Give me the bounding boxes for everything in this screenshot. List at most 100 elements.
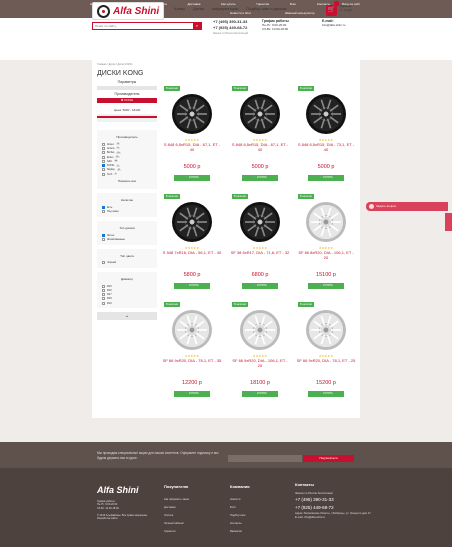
site-logo[interactable]: Alfa Shini [92,2,164,20]
checkbox[interactable] [102,168,105,172]
ask-question-button[interactable]: Задать вопрос [366,202,448,211]
footer-link[interactable]: Подбор шин [230,512,250,520]
footer-link[interactable]: Личный кабинет [164,520,189,528]
checkbox[interactable] [102,297,105,301]
newsletter-email-input[interactable] [228,455,302,462]
footer-email[interactable]: E-mail: info@alfa-shini.ru [295,516,371,520]
checkbox[interactable] [102,293,105,297]
diameter-option[interactable]: R19 [97,301,157,305]
product-card[interactable]: В наличии ★★★★★ S 848 6,5xR15, DIA - 73,… [296,84,356,189]
wheel-image[interactable] [306,310,346,350]
checkbox[interactable] [102,210,105,214]
stock-option[interactable]: Под заказ [97,210,157,214]
type-option[interactable]: Штампованные [97,237,157,241]
footer-link[interactable]: Вакансии [230,528,250,536]
top-nav-item[interactable]: Блог [290,2,296,6]
footer-phone[interactable]: +7 (925) 449-68-72 [295,504,371,512]
product-card[interactable]: В наличии ★★★★★ S 848 6,5xR15, DIA - 67,… [230,84,290,189]
footer-link[interactable]: Оплата [164,512,189,520]
buy-button[interactable]: КУПИТЬ [242,175,278,181]
product-card[interactable]: В наличии ★★★★★ SF 66 9xR20, DIA - 106,1… [230,300,290,405]
footer-link[interactable]: Блог [230,504,250,512]
wheel-image[interactable] [306,202,346,242]
product-name[interactable]: SF 66 9xR20, DIA - 106,1, ET - 25 [230,358,290,368]
checkbox[interactable] [102,206,105,210]
checkbox[interactable] [102,159,105,163]
product-card[interactable]: В наличии ★★★★★ SF 66 9xR20, DIA - 78,1,… [162,300,222,405]
product-card[interactable]: В наличии ★★★★★ SF 66 8xR20, DIA - 106,1… [296,192,356,297]
wheel-image[interactable] [240,310,280,350]
checkbox[interactable] [102,164,105,168]
checkbox[interactable] [102,151,105,155]
footer-logo[interactable]: Alfa Shini [97,485,139,495]
category-selection[interactable]: Подбор шин и дисков [246,6,286,11]
subscribe-button[interactable]: Подписаться [303,455,354,462]
checkbox[interactable] [102,233,105,237]
developer-link[interactable]: Разработка сайта [97,517,148,520]
product-card[interactable]: В наличии ★★★★★ S 848 6,5xR15, DIA - 67,… [162,84,222,189]
cart-icon[interactable]: 🛒 [326,5,337,16]
selected-brand-chip[interactable]: ✖ KONG [97,98,157,103]
checkbox[interactable] [102,288,105,292]
buy-button[interactable]: КУПИТЬ [308,283,344,289]
category-wheels[interactable]: Диски [193,6,204,11]
product-name[interactable]: SF 66 8xR20, DIA - 106,1, ET - 20 [296,250,356,260]
product-name[interactable]: S 548 7xR16, DIA - 56,1, ET - 40 [162,250,222,255]
footer-link[interactable]: Доставка [164,504,189,512]
wheel-image[interactable] [306,94,346,134]
breadcrumb[interactable]: Главная / Диски / Диски KONG [97,63,132,66]
product-name[interactable]: SF 66 9xR20, DIA - 78,1, ET - 35 [162,358,222,363]
checkbox[interactable] [102,237,105,241]
product-card[interactable]: В наличии ★★★★★ S 548 7xR16, DIA - 56,1,… [162,192,222,297]
buy-button[interactable]: КУПИТЬ [174,391,210,397]
brand-option[interactable]: Tech 6 [97,172,157,176]
footer-phone[interactable]: +7 (495) 390-31-33 [295,496,371,504]
checkbox[interactable] [102,301,105,305]
buy-button[interactable]: КУПИТЬ [242,391,278,397]
checkbox[interactable] [102,146,105,150]
checkbox[interactable] [102,142,105,146]
product-card[interactable]: В наличии ★★★★★ SF 38 6xR17, DIA - 71,6,… [230,192,290,297]
expand-filters-button[interactable]: ⌄ [97,312,157,321]
product-name[interactable]: SF 66 9xR20, DIA - 78,1, ET - 25 [296,358,356,363]
buy-button[interactable]: КУПИТЬ [174,175,210,181]
footer-link[interactable]: Как оформить заказ [164,496,189,504]
product-name[interactable]: S 848 6,5xR15, DIA - 67,1, ET - 40 [162,142,222,152]
email-link[interactable]: info@alfa-shini.ru [322,23,345,27]
checkbox[interactable] [102,155,105,159]
price-slider[interactable] [97,114,157,122]
product-name[interactable]: S 848 6,5xR15, DIA - 73,1, ET - 40 [296,142,356,152]
category-batteries[interactable]: Аккумуляторы [212,6,239,11]
product-name[interactable]: S 848 6,5xR15, DIA - 67,1, ET - 40 [230,142,290,152]
color-option[interactable]: Черный [97,261,157,265]
footer-link[interactable]: Новости [230,496,250,504]
top-subnav-item[interactable]: Новости и блог [230,11,251,15]
show-all-brands[interactable]: Показать все [97,179,157,183]
stock-badge: В наличии [298,194,315,199]
search-button[interactable]: ⌕ [193,23,201,29]
buy-button[interactable]: КУПИТЬ [308,391,344,397]
search-icon: ⌕ [195,23,199,28]
product-card[interactable]: В наличии ★★★★★ SF 66 9xR20, DIA - 78,1,… [296,300,356,405]
buy-button[interactable]: КУПИТЬ [174,283,210,289]
phone-2[interactable]: +7 (925) 449-68-72 [213,25,247,30]
wheel-image[interactable] [240,202,280,242]
checkbox[interactable] [102,284,105,288]
footer-link[interactable]: Гарантия [164,528,189,536]
category-tyres[interactable]: Шины [174,6,185,11]
product-name[interactable]: SF 38 6xR17, DIA - 71,6, ET - 32 [230,250,290,255]
wheel-image[interactable] [172,310,212,350]
cart-info[interactable]: Корзина 0 · 0 руб. [340,4,353,12]
footer-link[interactable]: Контакты [230,520,250,528]
checkbox[interactable] [102,172,105,176]
wheel-image[interactable] [240,94,280,134]
phone-1[interactable]: +7 (495) 390-31-33 [213,19,247,24]
wheel-image[interactable] [172,94,212,134]
top-subnav-item[interactable]: Шинный калькулятор [285,11,315,15]
search-input[interactable] [93,23,193,29]
checkbox[interactable] [102,261,105,265]
buy-button[interactable]: КУПИТЬ [308,175,344,181]
buy-button[interactable]: КУПИТЬ [242,283,278,289]
wheel-image[interactable] [172,202,212,242]
side-tab[interactable] [445,213,452,231]
